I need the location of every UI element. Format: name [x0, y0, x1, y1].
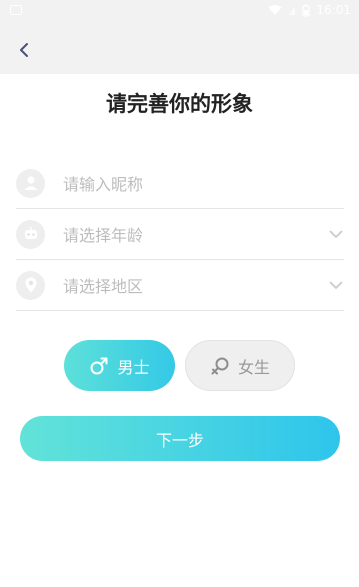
region-select[interactable]: 请选择地区 — [16, 260, 344, 311]
page-title: 请完善你的形象 — [106, 92, 253, 116]
back-button[interactable] — [12, 38, 36, 62]
status-icons: 16:01 — [268, 3, 351, 17]
nickname-placeholder: 请输入昵称 — [63, 175, 144, 194]
app-bar — [0, 24, 359, 74]
male-label: 男士 — [117, 357, 150, 377]
signal-icon — [289, 6, 296, 15]
age-select[interactable]: 请选择年龄 — [16, 209, 344, 260]
robot-face-icon — [16, 219, 45, 249]
male-symbol-icon — [90, 357, 108, 374]
next-step-button[interactable]: 下一步 — [20, 416, 340, 461]
male-gender-button[interactable]: 男士 — [64, 340, 175, 391]
female-symbol-icon — [211, 357, 229, 374]
age-placeholder: 请选择年龄 — [63, 226, 144, 245]
region-placeholder: 请选择地区 — [63, 277, 144, 296]
status-bar: 16:01 — [0, 0, 359, 24]
clock-text: 16:01 — [316, 3, 351, 17]
wifi-icon — [268, 5, 282, 15]
battery-icon — [302, 4, 311, 17]
chevron-down-icon — [328, 277, 344, 293]
person-icon — [16, 168, 45, 198]
chevron-left-icon — [20, 43, 28, 57]
profile-form: 请输入昵称 请选择年龄 请选择地区 — [16, 158, 344, 311]
location-pin-icon — [16, 270, 45, 300]
chevron-down-icon — [328, 226, 344, 242]
notification-icon — [10, 5, 22, 15]
female-gender-button[interactable]: 女生 — [185, 340, 295, 391]
nickname-field[interactable]: 请输入昵称 — [16, 158, 344, 209]
female-label: 女生 — [237, 357, 270, 377]
